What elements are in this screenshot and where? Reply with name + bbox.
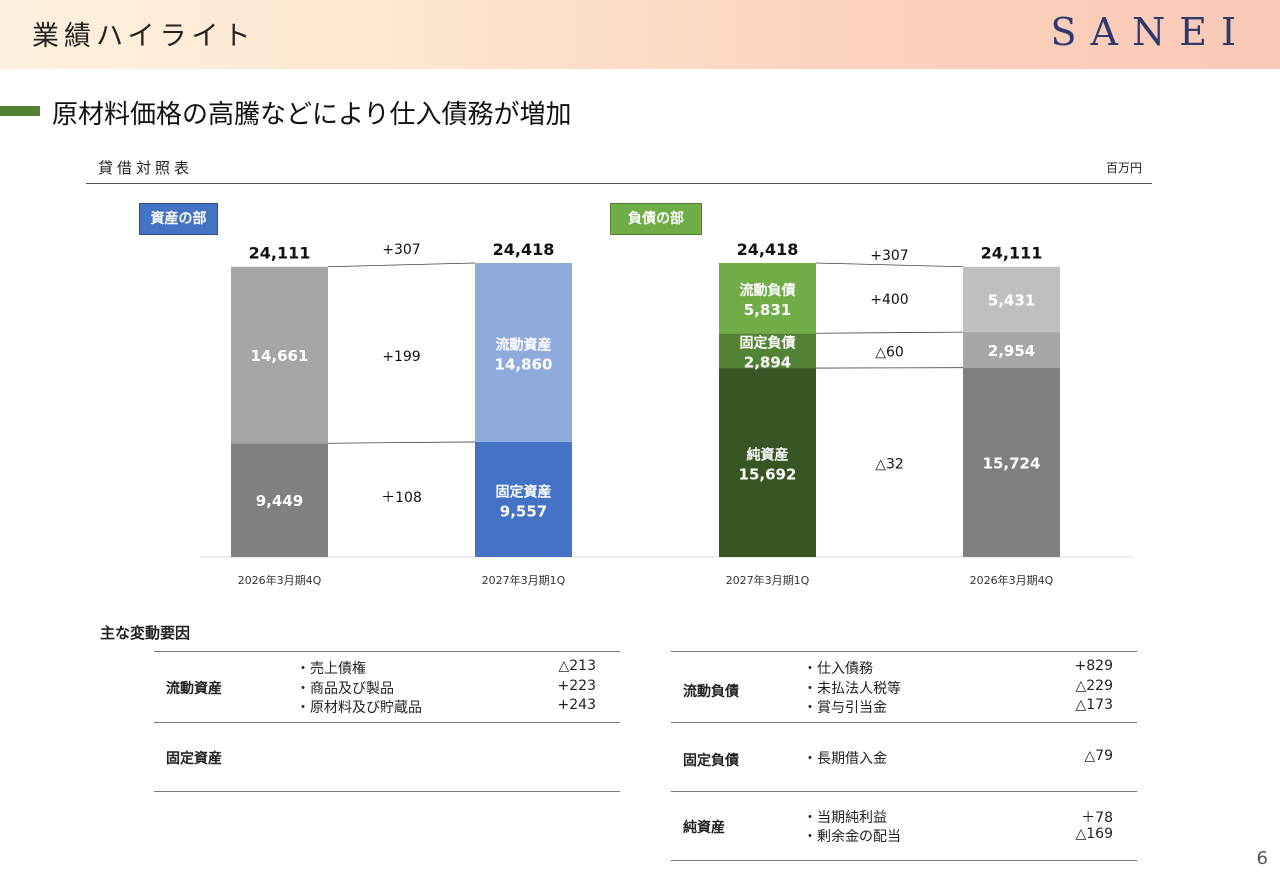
factor-category: 固定負債 (683, 753, 739, 769)
bar-total-label: 24,418 (737, 240, 799, 259)
factor-category: 流動資産 (166, 681, 222, 697)
page-number: 6 (1256, 848, 1268, 869)
segment-label: 流動負債 (740, 282, 796, 299)
factor-item: ・長期借入金 (803, 751, 887, 767)
factor-category: 固定資産 (166, 751, 222, 767)
segment-value: 14,661 (251, 347, 309, 365)
segment-value: 5,831 (744, 301, 791, 319)
factor-value: ＋78 (1081, 810, 1113, 826)
factors-title: 主な変動要因 (100, 624, 191, 642)
factor-category: 流動負債 (683, 684, 739, 700)
bar-total-label: 24,111 (981, 244, 1043, 263)
segment-value: 2,954 (988, 342, 1035, 360)
table-rule (671, 860, 1137, 861)
table-rule (671, 791, 1137, 792)
factor-item: ・賞与引当金 (803, 700, 887, 716)
factor-item: ・当期純利益 (803, 810, 887, 826)
factor-value: +223 (557, 678, 596, 694)
table-rule (154, 651, 620, 652)
table-rule (154, 791, 620, 792)
factor-item: ・剰余金の配当 (803, 829, 901, 845)
factor-value: +829 (1074, 658, 1113, 674)
liabilities-tag: 負債の部 (610, 203, 702, 235)
factor-value: +243 (557, 697, 596, 713)
segment-label: 固定資産 (496, 483, 552, 500)
factor-item: ・売上債権 (296, 661, 366, 677)
change-label: △60 (875, 345, 904, 361)
change-label: +199 (382, 349, 420, 365)
factor-category: 純資産 (683, 820, 725, 836)
segment-value: 15,724 (983, 454, 1041, 472)
factor-item: ・未払法人税等 (803, 681, 901, 697)
segment-value: 9,557 (500, 502, 547, 520)
factor-value: △213 (558, 658, 597, 674)
change-label: +307 (870, 248, 908, 264)
segment-value: 2,894 (744, 354, 791, 372)
connector-line (815, 331, 964, 334)
x-tick-label: 2027年3月期1Q (482, 573, 566, 587)
connector-line (327, 262, 476, 268)
segment-value: 14,860 (495, 355, 553, 373)
segment-value: 5,431 (988, 291, 1035, 309)
x-tick-label: 2026年3月期4Q (970, 573, 1054, 587)
table-rule (671, 722, 1137, 723)
change-label: △32 (875, 457, 904, 473)
factor-value: △169 (1075, 826, 1114, 842)
change-label: +307 (382, 242, 420, 258)
table-rule (671, 651, 1137, 652)
segment-label: 流動資産 (496, 336, 552, 353)
change-label: ＋108 (381, 490, 422, 506)
factor-item: ・商品及び製品 (296, 681, 394, 697)
balance-sheet-chart: 9,449 14,661 24,111 2026年3月期4Q 固定資産 9,557 流動資産… (200, 240, 1134, 587)
change-label: +400 (870, 292, 908, 308)
assets-tag: 資産の部 (139, 203, 218, 235)
x-tick-label: 2027年3月期1Q (726, 573, 810, 587)
segment-label: 固定負債 (740, 335, 796, 352)
factor-value: △173 (1075, 697, 1114, 713)
bar-total-label: 24,418 (493, 240, 555, 259)
x-tick-label: 2026年3月期4Q (238, 573, 322, 587)
factor-item: ・原材料及び貯蔵品 (296, 700, 422, 716)
segment-label: 純資産 (747, 447, 789, 464)
segment-value: 9,449 (256, 492, 303, 510)
table-rule (154, 722, 620, 723)
factor-value: △229 (1075, 678, 1114, 694)
factor-item: ・仕入債務 (803, 661, 873, 677)
connector-line (327, 441, 476, 444)
factor-value: △79 (1084, 748, 1113, 764)
segment-value: 15,692 (739, 466, 797, 484)
bar-total-label: 24,111 (249, 244, 311, 263)
